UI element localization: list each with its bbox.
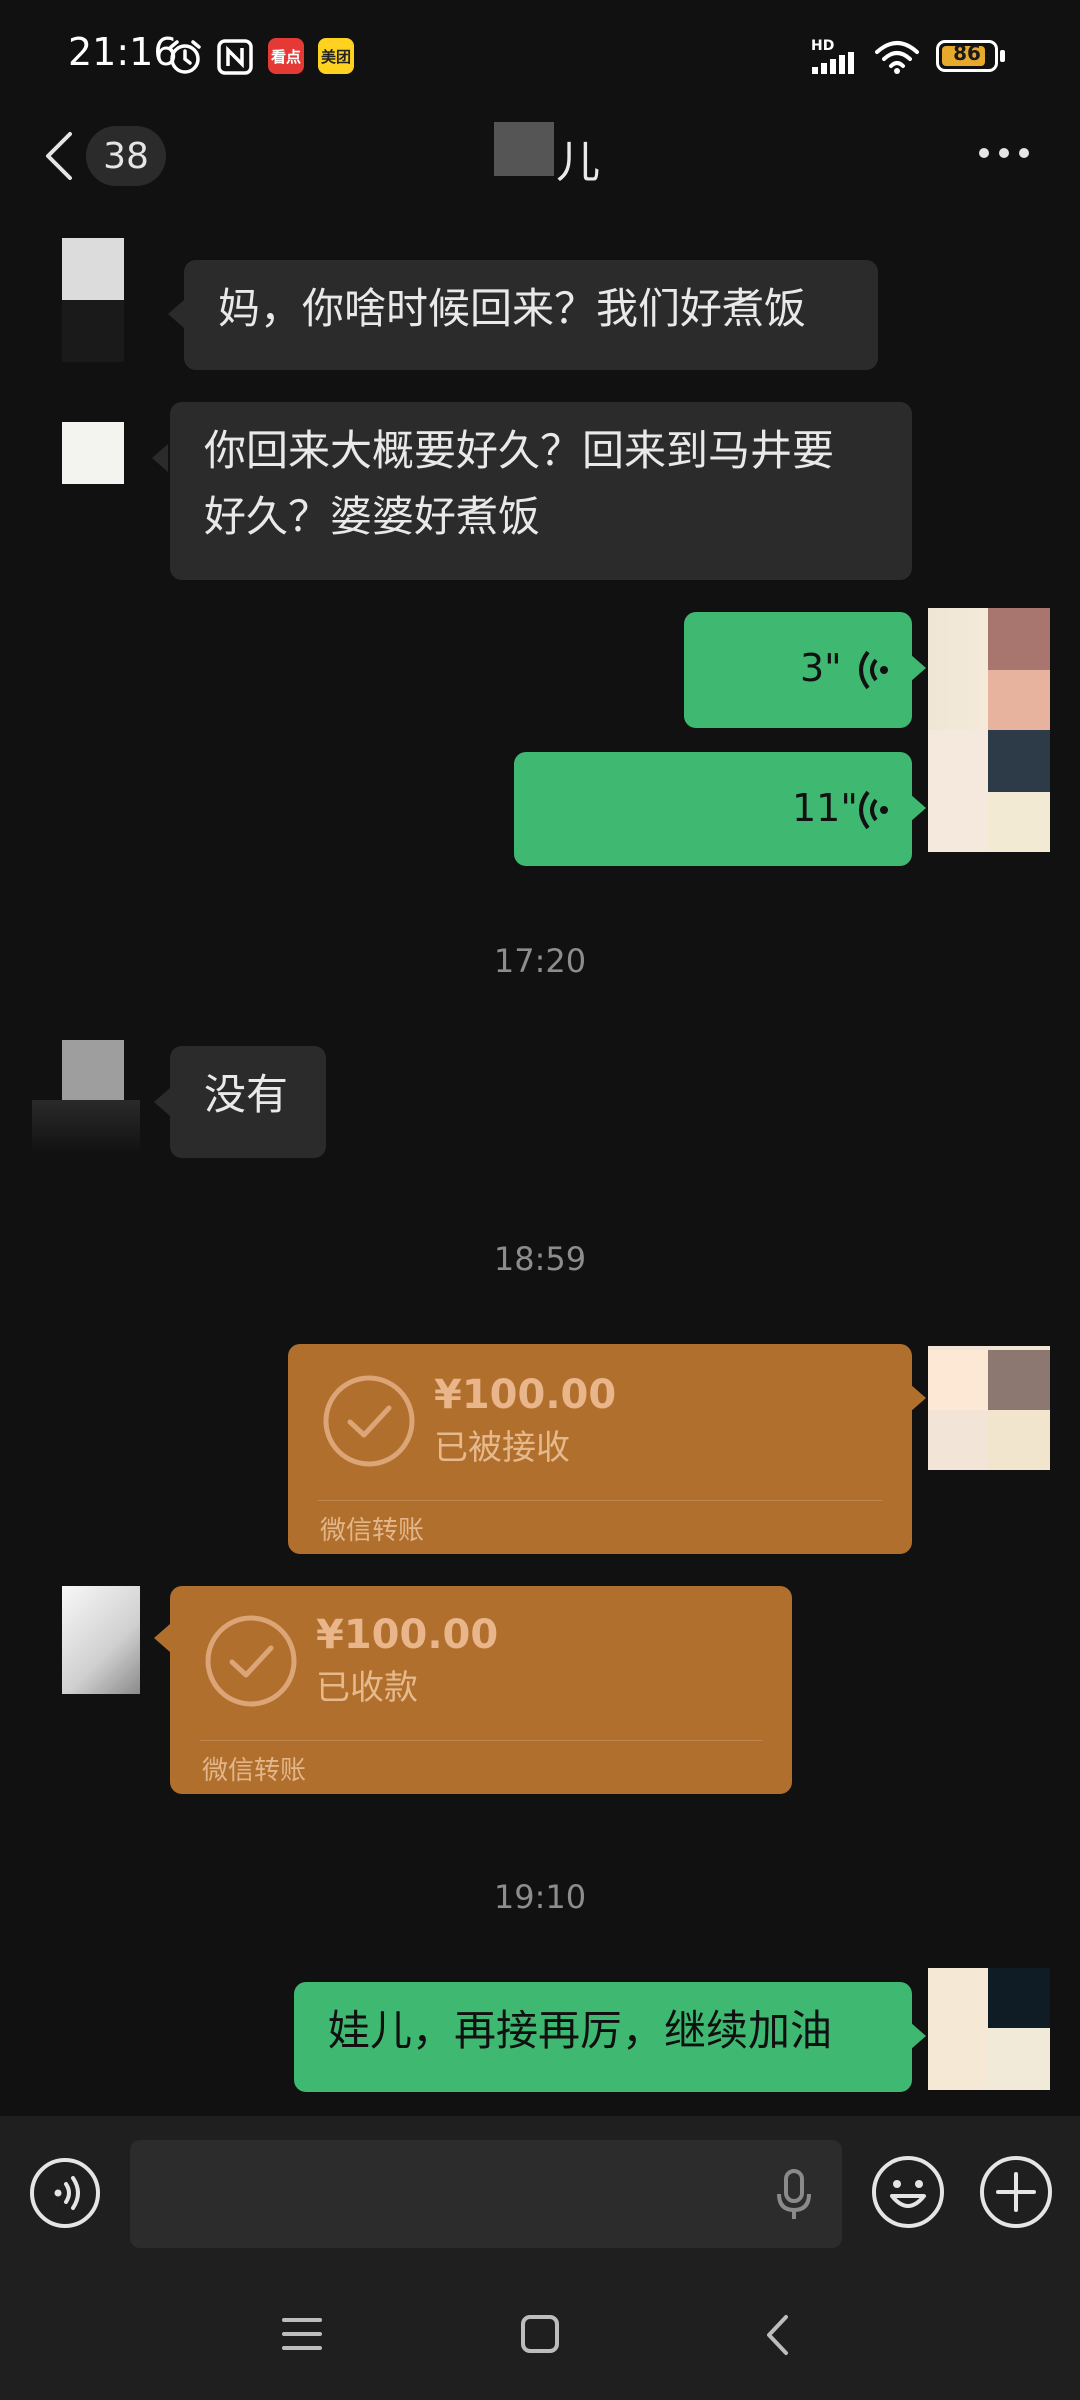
message-bubble[interactable]: 娃儿，再接再厉，继续加油 — [294, 1982, 912, 2092]
message-bubble[interactable]: 妈，你啥时候回来？我们好煮饭 — [184, 260, 878, 370]
timestamp: 19:10 — [493, 1878, 587, 1916]
avatar-shadow — [62, 300, 124, 362]
bubble-tail — [910, 1384, 926, 1412]
status-time: 21:16 — [68, 30, 178, 74]
bubble-tail — [910, 794, 926, 822]
check-circle-icon — [323, 1375, 415, 1467]
bubble-tail — [152, 444, 168, 472]
voice-duration: 11" — [792, 786, 858, 830]
voice-duration: 3" — [800, 646, 842, 690]
transfer-status: 已被接收 — [434, 1428, 570, 1468]
bubble-tail — [168, 300, 184, 328]
transfer-label: 微信转账 — [320, 1516, 425, 1546]
voice-wave-icon — [859, 790, 888, 830]
avatar-tile — [928, 730, 988, 852]
transfer-label: 微信转账 — [202, 1756, 307, 1786]
home-icon[interactable] — [520, 2314, 560, 2354]
signal-icon — [812, 52, 854, 74]
avatar-tile — [988, 608, 1050, 670]
battery-tip — [1000, 50, 1005, 62]
toutiao-app-icon: 看点 — [268, 38, 304, 74]
back-arrow-icon[interactable] — [42, 130, 78, 182]
avatar-tile — [988, 1410, 1050, 1470]
bubble-tail — [910, 654, 926, 682]
bubble-tail — [154, 1624, 170, 1652]
avatar-tile — [988, 792, 1050, 852]
avatar-tile — [988, 730, 1050, 792]
message-bubble[interactable]: 没有 — [170, 1046, 326, 1158]
plus-icon[interactable] — [978, 2154, 1054, 2230]
battery-icon: 86 — [936, 40, 998, 72]
microphone-icon[interactable] — [776, 2168, 812, 2222]
bubble-tail — [154, 1088, 170, 1116]
title-redaction — [494, 122, 554, 176]
avatar-shadow — [32, 1100, 140, 1154]
transfer-status: 已收款 — [316, 1668, 418, 1708]
avatar[interactable] — [62, 1586, 140, 1694]
avatar-tile — [928, 1350, 988, 1410]
meituan-app-icon: 美团 — [318, 38, 354, 74]
nav-back-icon[interactable] — [764, 2314, 792, 2356]
message-bubble[interactable]: 你回来大概要好久？回来到马井要 好久？婆婆好煮饭 — [170, 402, 912, 580]
transfer-amount: ¥100.00 — [316, 1612, 499, 1658]
avatar-tile — [988, 670, 1050, 730]
avatar-tile — [988, 2028, 1050, 2090]
unread-count-badge[interactable]: 38 — [86, 126, 166, 186]
divider — [200, 1740, 762, 1741]
avatar-tile — [988, 1968, 1050, 2028]
bubble-tail — [910, 2022, 926, 2050]
timestamp: 18:59 — [493, 1240, 587, 1278]
avatar[interactable] — [62, 1040, 124, 1102]
message-input[interactable] — [130, 2140, 842, 2248]
voice-wave-icon — [859, 650, 888, 690]
voice-mode-icon[interactable] — [28, 2156, 102, 2230]
chat-title: 儿 — [556, 137, 600, 188]
check-circle-icon — [205, 1615, 297, 1707]
transfer-amount: ¥100.00 — [434, 1372, 617, 1418]
alarm-icon — [169, 40, 201, 74]
more-options-icon[interactable] — [978, 146, 1030, 160]
avatar[interactable] — [62, 238, 124, 300]
divider — [318, 1500, 882, 1501]
avatar-tile — [988, 1350, 1050, 1410]
nfc-icon — [217, 39, 253, 75]
avatar[interactable] — [62, 422, 124, 484]
wifi-icon — [875, 41, 919, 74]
timestamp: 17:20 — [493, 942, 587, 980]
menu-icon[interactable] — [282, 2316, 322, 2352]
emoji-icon[interactable] — [870, 2154, 946, 2230]
